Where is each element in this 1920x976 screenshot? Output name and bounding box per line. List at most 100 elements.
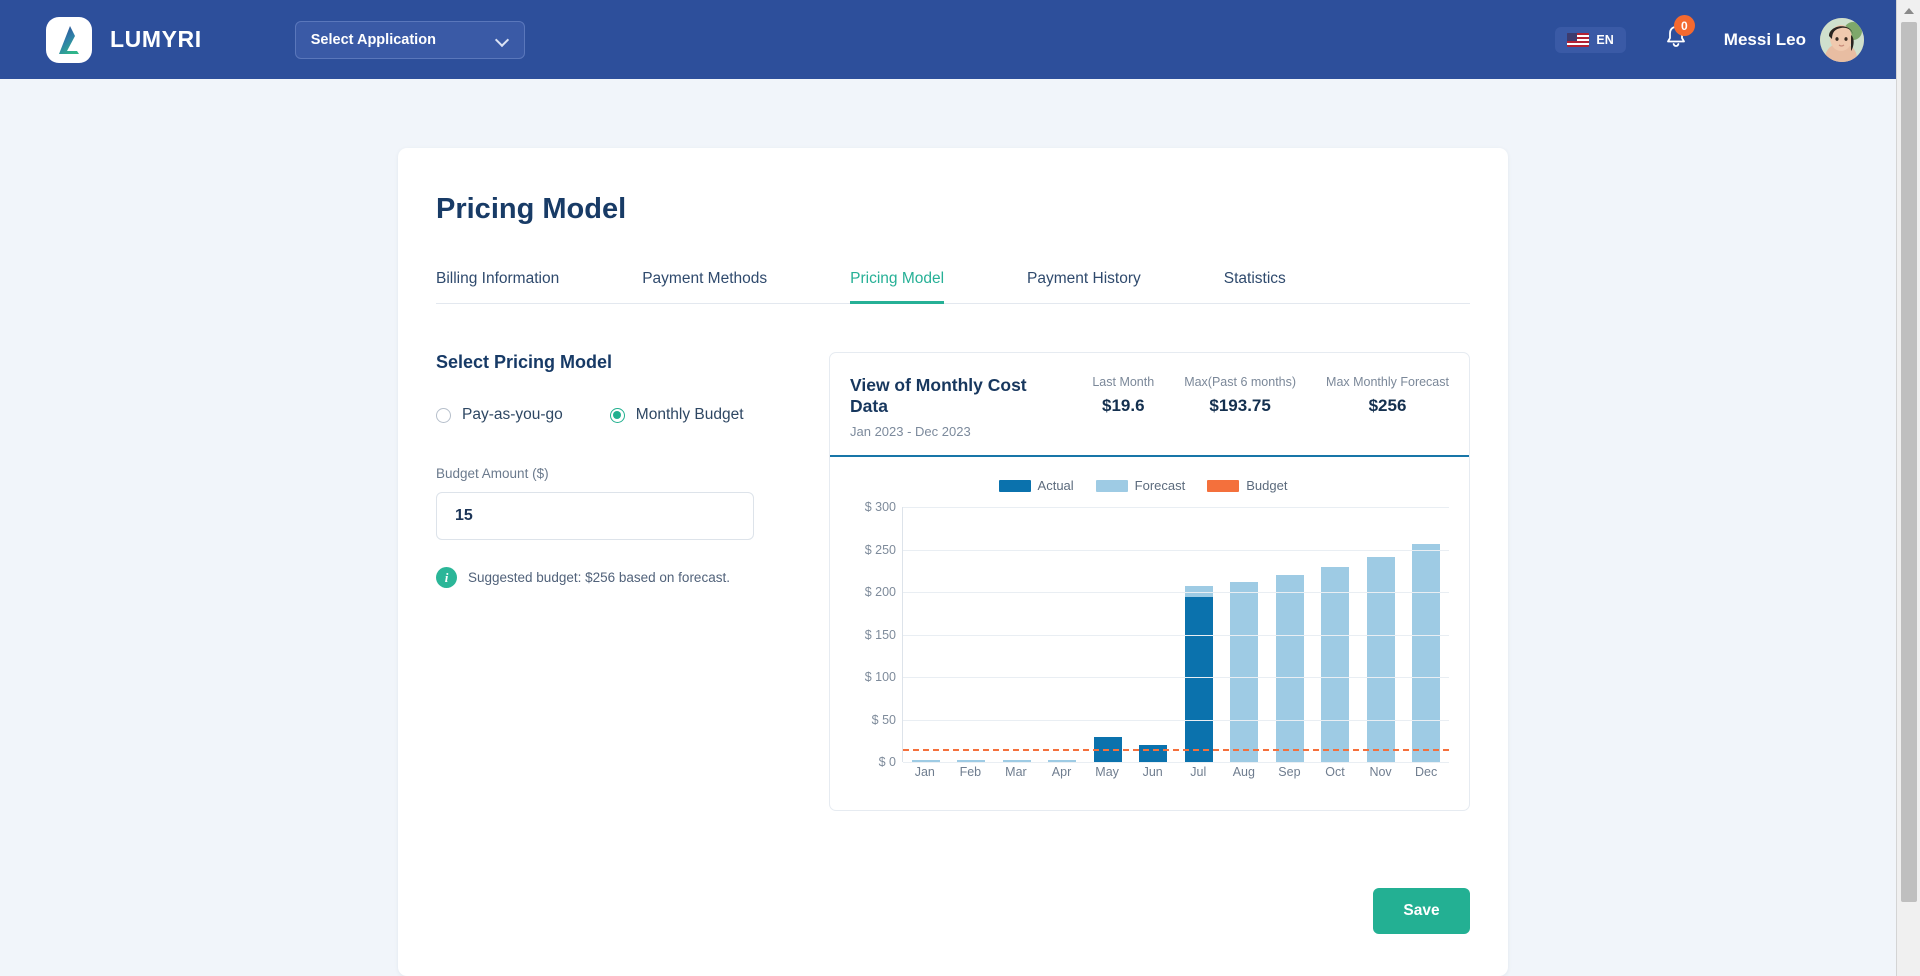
chart-date-range: Jan 2023 - Dec 2023 [850, 424, 971, 439]
app-root: LUMYRI Select Application EN 0 Messi Leo… [0, 0, 1920, 976]
page-scrollbar[interactable] [1896, 0, 1920, 976]
stat-last-month: Last Month $19.6 [1092, 375, 1154, 416]
bar-forecast-nov [1366, 557, 1395, 762]
chart-plot-area: $ 0 $ 50 $ 100 $ 150 $ 200 $ 250 $ 300 Jan Feb M… [850, 500, 1449, 792]
scrollbar-thumb[interactable] [1901, 22, 1917, 902]
stat-max-monthly-forecast: Max Monthly Forecast $256 [1326, 375, 1449, 416]
x-axis-label-oct: Oct [1325, 765, 1345, 779]
avatar[interactable] [1820, 17, 1864, 62]
x-axis-label-apr: Apr [1051, 765, 1072, 779]
x-axis-label-jan: Jan [914, 765, 935, 779]
monthly-cost-chart-panel: View of Monthly Cost Data Jan 2023 - Dec… [829, 352, 1470, 811]
grid-line [903, 507, 1449, 508]
tab-payment-methods[interactable]: Payment Methods [642, 270, 767, 303]
legend-item-forecast[interactable]: Forecast [1095, 478, 1186, 493]
app-header: LUMYRI Select Application EN 0 Messi Leo [0, 0, 1896, 79]
stat-max-past-6-months-label: Max(Past 6 months) [1184, 375, 1297, 389]
save-button[interactable]: Save [1373, 888, 1470, 934]
legend-swatch-actual [998, 479, 1031, 492]
suggested-budget-hint: i Suggested budget: $256 based on foreca… [436, 567, 781, 588]
y-axis-tick: $ 0 [878, 755, 896, 769]
grid-line [903, 634, 1449, 636]
chart-y-axis: $ 0 $ 50 $ 100 $ 150 $ 200 $ 250 $ 300 [850, 500, 902, 769]
tab-payment-history[interactable]: Payment History [1027, 270, 1141, 303]
pricing-model-radio-group: Pay-as-you-go Monthly Budget [436, 406, 781, 424]
chart-x-axis: Jan Feb Mar Apr May Jun Jul Aug Sep Oct Nov Dec [902, 765, 1449, 779]
brand-name: LUMYRI [110, 26, 202, 52]
stat-max-past-6-months: Max(Past 6 months) $193.75 [1184, 375, 1296, 416]
chart-header-divider [830, 455, 1469, 457]
radio-monthly-budget[interactable]: Monthly Budget [609, 406, 744, 424]
chart-title-block: View of Monthly Cost Data Jan 2023 - Dec… [850, 375, 1062, 439]
chart-title: View of Monthly Cost Data [850, 375, 1027, 416]
x-axis-label-nov: Nov [1369, 765, 1392, 779]
brand-block[interactable]: LUMYRI [46, 16, 202, 63]
tab-bar: Billing Information Payment Methods Pric… [436, 270, 1470, 304]
budget-amount-label: Budget Amount ($) [436, 466, 549, 481]
info-icon: i [436, 567, 457, 588]
card-content: Select Pricing Model Pay-as-you-go Month… [436, 352, 1470, 811]
y-axis-tick: $ 100 [864, 670, 896, 684]
stat-max-monthly-forecast-label: Max Monthly Forecast [1326, 375, 1449, 389]
grid-line [903, 549, 1449, 551]
stat-last-month-value: $19.6 [1101, 396, 1145, 415]
page-title: Pricing Model [436, 193, 627, 225]
notification-count-badge: 0 [1673, 15, 1695, 36]
y-axis-tick: $ 300 [864, 500, 896, 514]
card-footer: Save [1373, 888, 1470, 934]
tab-billing-information[interactable]: Billing Information [436, 270, 559, 303]
stat-max-monthly-forecast-value: $256 [1368, 396, 1407, 415]
legend-label-budget: Budget [1246, 478, 1288, 493]
x-axis-label-jul: Jul [1190, 765, 1207, 779]
chart-header: View of Monthly Cost Data Jan 2023 - Dec… [850, 375, 1449, 439]
x-axis-label-dec: Dec [1415, 765, 1438, 779]
chart-grid [902, 507, 1449, 763]
scrollbar-up-arrow-icon[interactable] [1897, 0, 1920, 22]
chart-stats: Last Month $19.6 Max(Past 6 months) $193… [1062, 375, 1449, 416]
y-axis-tick: $ 200 [864, 585, 896, 599]
radio-label-monthly-budget: Monthly Budget [635, 406, 744, 423]
legend-swatch-forecast [1095, 479, 1128, 492]
grid-line [903, 762, 1449, 763]
app-select-label: Select Application [310, 31, 436, 48]
stat-max-past-6-months-value: $193.75 [1209, 396, 1271, 415]
us-flag-icon [1567, 32, 1590, 47]
radio-label-pay-as-you-go: Pay-as-you-go [462, 406, 563, 423]
legend-label-actual: Actual [1037, 478, 1074, 493]
notifications-button[interactable]: 0 [1664, 15, 1695, 55]
bar-actual-jun [1139, 745, 1168, 762]
language-code: EN [1596, 32, 1614, 47]
budget-amount-input[interactable] [436, 492, 754, 540]
y-axis-tick: $ 50 [871, 712, 896, 727]
tab-pricing-model[interactable]: Pricing Model [850, 270, 944, 304]
grid-line [903, 677, 1449, 678]
pricing-options-panel: Select Pricing Model Pay-as-you-go Month… [436, 352, 781, 811]
budget-reference-line [903, 749, 1449, 752]
legend-item-budget[interactable]: Budget [1207, 478, 1287, 493]
language-selector[interactable]: EN [1555, 26, 1626, 53]
x-axis-label-aug: Aug [1232, 765, 1255, 779]
grid-line [903, 592, 1449, 593]
x-axis-label-sep: Sep [1278, 765, 1301, 779]
bar-actual-jul [1184, 597, 1213, 762]
tab-statistics[interactable]: Statistics [1224, 270, 1286, 303]
legend-swatch-budget [1207, 479, 1240, 492]
x-axis-label-mar: Mar [1005, 765, 1027, 779]
legend-item-actual[interactable]: Actual [998, 478, 1074, 493]
radio-pay-as-you-go[interactable]: Pay-as-you-go [436, 406, 563, 424]
x-axis-label-may: May [1095, 765, 1119, 779]
bar-forecast-dec [1412, 544, 1441, 762]
legend-label-forecast: Forecast [1134, 478, 1186, 493]
y-axis-tick: $ 250 [864, 542, 896, 557]
x-axis-label-feb: Feb [959, 765, 982, 779]
pricing-model-card: Pricing Model Billing Information Paymen… [398, 148, 1508, 976]
bar-forecast-sep [1275, 575, 1304, 762]
grid-line [903, 719, 1449, 721]
header-right-group: EN 0 Messi Leo [1555, 15, 1864, 62]
y-axis-tick: $ 150 [864, 627, 896, 642]
suggested-budget-text: Suggested budget: $256 based on forecast… [468, 570, 730, 585]
select-pricing-model-heading: Select Pricing Model [436, 352, 613, 372]
chevron-down-icon [497, 34, 509, 46]
app-select-dropdown[interactable]: Select Application [294, 20, 525, 59]
avatar-image [1820, 17, 1864, 62]
